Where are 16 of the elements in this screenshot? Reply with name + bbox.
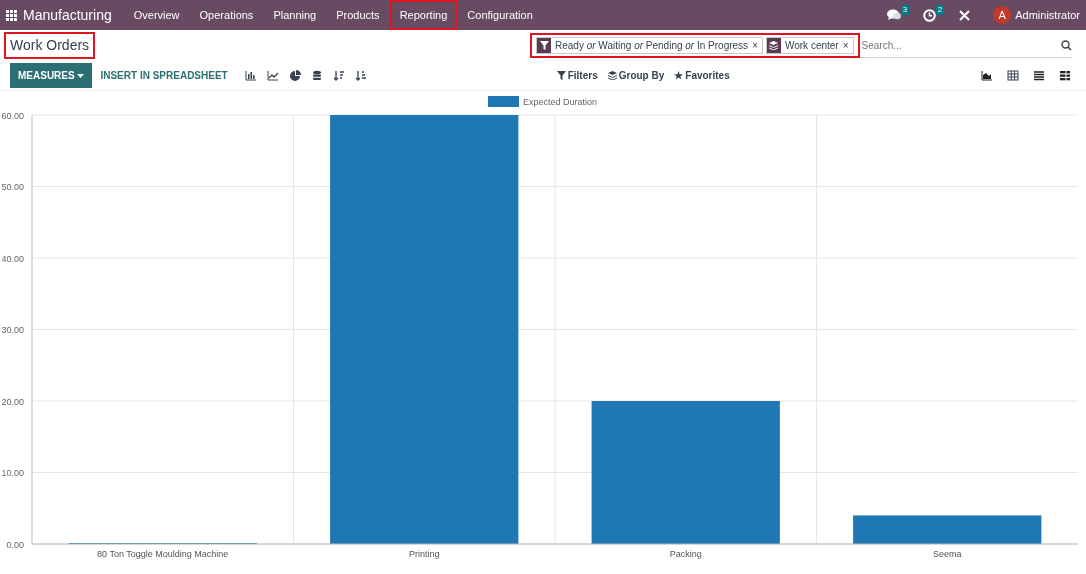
- activity-count: 2: [935, 4, 945, 15]
- page-title: Work Orders: [4, 32, 96, 59]
- x-axis-label: Packing: [669, 549, 702, 559]
- x-axis-label: Seema: [933, 549, 962, 559]
- y-axis-label: 30.00: [1, 325, 24, 335]
- y-axis-label: 10.00: [1, 468, 24, 478]
- facet-label: Ready or Waiting or Pending or In Progress: [554, 38, 750, 53]
- y-axis-label: 0.00: [6, 539, 24, 550]
- x-axis-label: Printing: [409, 549, 440, 559]
- x-axis-label: 80 Ton Toggle Moulding Machine: [97, 549, 229, 559]
- y-axis-label: 40.00: [1, 253, 24, 264]
- y-axis-label: 60.00: [1, 110, 24, 121]
- message-count: 3: [900, 5, 910, 15]
- y-axis-label: 20.00: [1, 396, 24, 407]
- facet-label: Work center: [783, 38, 840, 53]
- y-axis-label: 50.00: [1, 182, 24, 192]
